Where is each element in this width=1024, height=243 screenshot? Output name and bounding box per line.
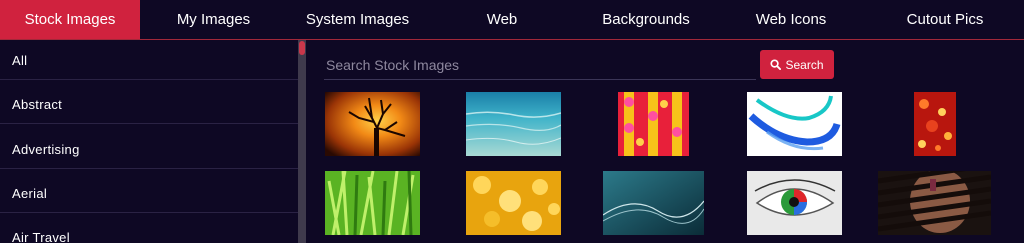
thumbnail-eye[interactable]	[747, 171, 842, 235]
tab-web-icons[interactable]: Web Icons	[716, 0, 866, 39]
sidebar-scrollbar-thumb[interactable]	[299, 41, 305, 55]
sidebar-item-air-travel[interactable]: Air Travel	[12, 230, 70, 243]
search-button[interactable]: Search	[760, 50, 834, 79]
thumbnail-blue-wave[interactable]	[747, 92, 842, 156]
tab-stock-images[interactable]: Stock Images	[0, 0, 140, 39]
tab-cutout-pics[interactable]: Cutout Pics	[866, 0, 1024, 39]
sidebar-item-advertising[interactable]: Advertising	[12, 142, 80, 157]
search-icon	[770, 59, 782, 70]
thumbnail-tree-sunset[interactable]	[325, 92, 420, 156]
sidebar-item-all[interactable]: All	[12, 53, 27, 68]
thumbnail-ocean[interactable]	[466, 92, 561, 156]
tab-web[interactable]: Web	[428, 0, 576, 39]
sidebar-divider	[0, 79, 298, 80]
thumbnail-golden-bokeh[interactable]	[466, 171, 561, 235]
thumbnail-red-yellow-bokeh[interactable]	[618, 92, 689, 156]
sidebar-divider	[0, 168, 298, 169]
tab-system-images[interactable]: System Images	[287, 0, 428, 39]
search-button-label: Search	[785, 57, 824, 72]
search-input[interactable]	[324, 50, 756, 80]
category-sidebar: All Abstract Advertising Aerial Air Trav…	[0, 40, 298, 243]
sidebar-item-aerial[interactable]: Aerial	[12, 186, 47, 201]
tab-my-images[interactable]: My Images	[140, 0, 287, 39]
thumbnail-teal-waves[interactable]	[603, 171, 704, 235]
sidebar-divider	[0, 123, 298, 124]
sidebar-scrollbar[interactable]	[298, 40, 306, 243]
sidebar-item-abstract[interactable]: Abstract	[12, 97, 62, 112]
thumbnail-woman-blinds[interactable]	[878, 171, 991, 235]
thumbnail-red-bokeh[interactable]	[914, 92, 956, 156]
thumbnail-green-grass[interactable]	[325, 171, 420, 235]
sidebar-divider	[0, 212, 298, 213]
tab-backgrounds[interactable]: Backgrounds	[576, 0, 716, 39]
category-tabs: Stock Images My Images System Images Web…	[0, 0, 1024, 40]
